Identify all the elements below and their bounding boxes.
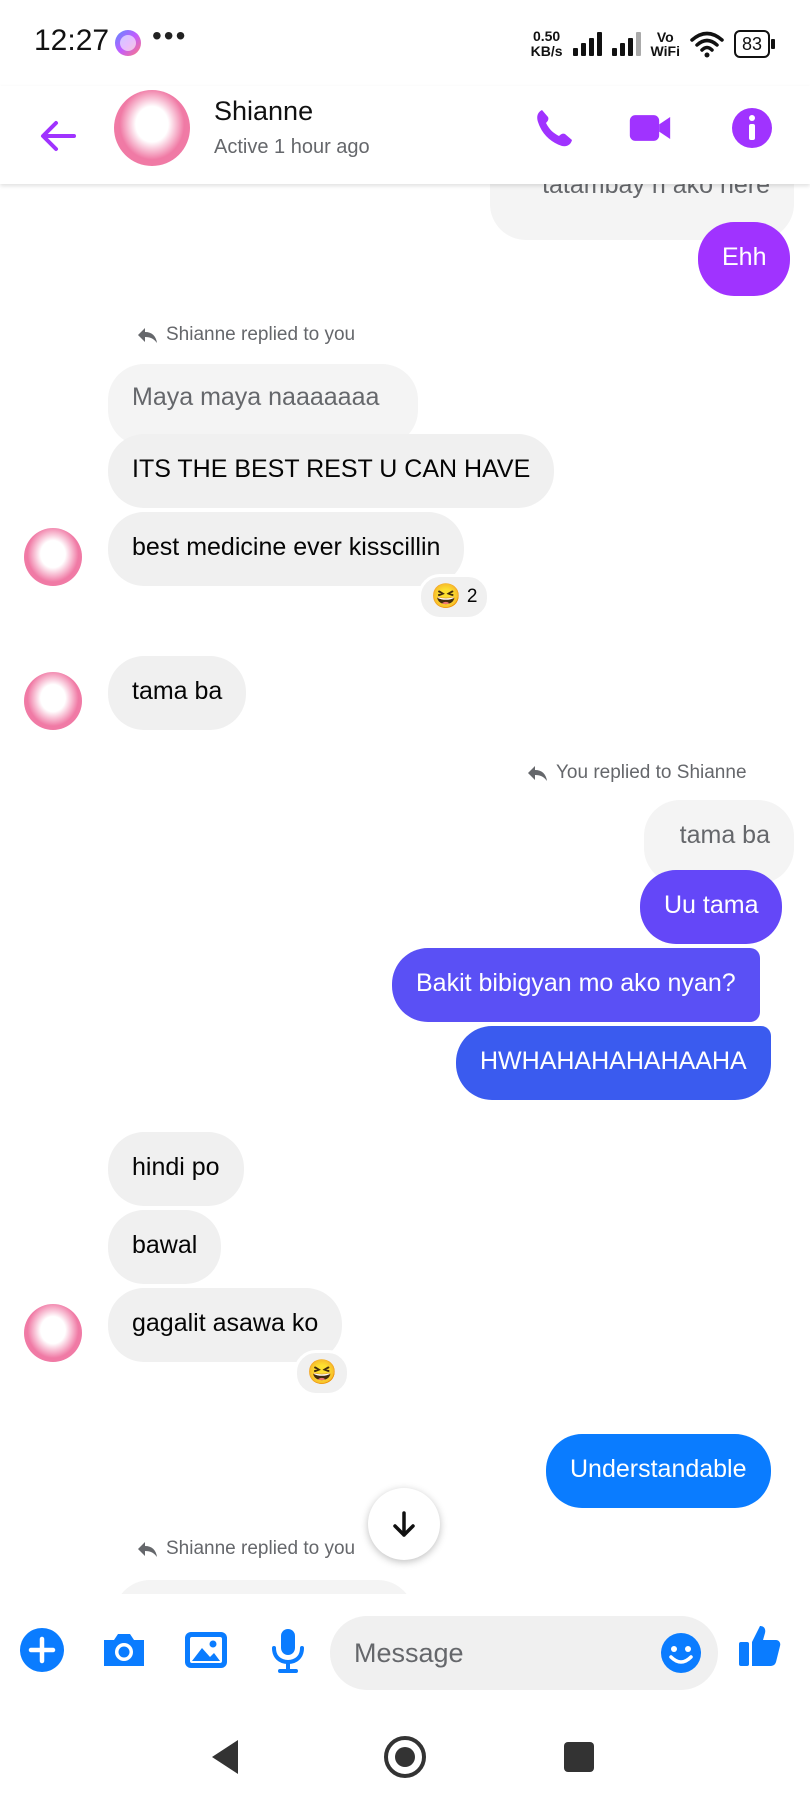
nav-home-icon[interactable]: [380, 1732, 430, 1782]
message-reaction[interactable]: 😆 2: [418, 574, 491, 620]
message-bubble-outgoing[interactable]: Ehh: [698, 222, 791, 296]
reply-indicator: Shianne replied to you: [136, 1538, 355, 1560]
reply-indicator-text: Shianne replied to you: [166, 1538, 356, 1559]
contact-avatar-small[interactable]: [24, 672, 82, 730]
network-speed-value: 0.50: [532, 28, 561, 44]
battery-level: 83: [741, 34, 762, 54]
scroll-to-bottom-button[interactable]: [368, 1488, 440, 1560]
message-composer: [0, 1594, 810, 1714]
chat-header: Shianne Active 1 hour ago: [0, 86, 810, 184]
camera-icon[interactable]: [100, 1626, 148, 1674]
laughing-emoji-icon: 😆: [431, 583, 461, 610]
phone-icon[interactable]: [532, 106, 576, 150]
vowifi-top: Vo: [656, 29, 674, 45]
status-bar: 12:27 ••• 0.50 KB/s Vo WiFi 83: [0, 0, 810, 86]
message-bubble-outgoing[interactable]: Understandable: [546, 1434, 771, 1508]
signal-icon: [572, 32, 602, 56]
emoji-icon[interactable]: [660, 1632, 702, 1674]
system-navigation-bar: [0, 1714, 810, 1800]
thumbs-up-icon[interactable]: [736, 1622, 784, 1670]
message-bubble-incoming[interactable]: ITS THE BEST REST U CAN HAVE: [108, 434, 555, 508]
back-arrow-icon[interactable]: [36, 114, 80, 158]
contact-avatar-small[interactable]: [24, 1304, 82, 1362]
message-bubble-incoming[interactable]: tama ba: [108, 656, 247, 730]
info-icon[interactable]: [730, 106, 774, 150]
message-bubble-incoming[interactable]: best medicine ever kisscillin: [108, 512, 465, 586]
message-bubble-incoming[interactable]: bawal: [108, 1210, 222, 1284]
messenger-notification-icon: [115, 30, 141, 56]
message-list[interactable]: tatambay n ako here Ehh Shianne replied …: [0, 184, 810, 1594]
battery-icon: 83: [733, 30, 776, 58]
status-time: 12:27: [34, 24, 110, 57]
reply-indicator: You replied to Shianne: [526, 762, 747, 784]
laughing-emoji-icon: 😆: [307, 1359, 337, 1386]
contact-active-status: Active 1 hour ago: [214, 136, 370, 158]
reply-indicator: Shianne replied to you: [136, 324, 355, 346]
reply-icon: [138, 328, 157, 343]
network-speed-unit: KB/s: [530, 43, 563, 59]
message-reaction[interactable]: 😆: [294, 1350, 350, 1396]
reply-indicator-text: Shianne replied to you: [166, 324, 356, 345]
network-speed: 0.50 KB/s: [531, 29, 563, 59]
contact-avatar-small[interactable]: [24, 528, 82, 586]
message-bubble-outgoing[interactable]: Uu tama: [640, 870, 783, 944]
message-bubble-outgoing[interactable]: Bakit bibigyan mo ako nyan?: [392, 948, 760, 1022]
arrow-down-icon: [393, 1511, 415, 1537]
reply-icon: [138, 1542, 157, 1557]
message-bubble-incoming[interactable]: hindi po: [108, 1132, 244, 1206]
signal-icon-2: [611, 32, 641, 56]
vowifi-indicator: Vo WiFi: [651, 30, 680, 58]
message-bubble-outgoing[interactable]: HWHAHAHAHAHAAHA: [456, 1026, 771, 1100]
gallery-icon[interactable]: [182, 1626, 230, 1674]
reply-icon: [528, 766, 547, 781]
more-notifications-indicator: •••: [152, 20, 188, 51]
contact-name[interactable]: Shianne: [214, 96, 313, 127]
nav-recents-icon[interactable]: [554, 1732, 604, 1782]
vowifi-bottom: WiFi: [650, 43, 680, 59]
quoted-message-partial[interactable]: [114, 1580, 414, 1594]
video-icon[interactable]: [628, 106, 672, 150]
reaction-count: 2: [466, 586, 478, 607]
contact-avatar[interactable]: [114, 90, 190, 166]
add-icon[interactable]: [18, 1626, 66, 1674]
mic-icon[interactable]: [264, 1626, 312, 1674]
status-indicators: 0.50 KB/s Vo WiFi 83: [531, 24, 776, 64]
nav-back-icon[interactable]: [202, 1732, 252, 1782]
reply-indicator-text: You replied to Shianne: [556, 762, 747, 783]
wifi-icon: [690, 31, 724, 58]
